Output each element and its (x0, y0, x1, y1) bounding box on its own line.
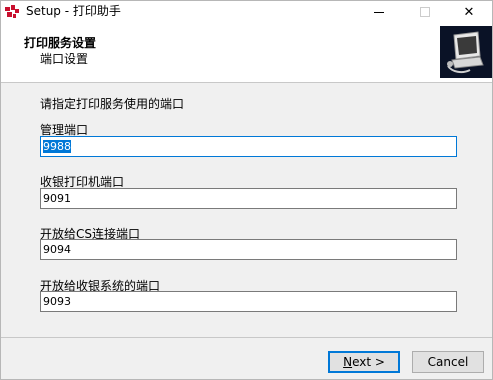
instruction-text: 请指定打印服务使用的端口 (40, 97, 185, 111)
page-subtitle: 端口设置 (40, 52, 89, 66)
close-icon: ✕ (463, 4, 475, 20)
management-port-input[interactable]: 9988 (40, 136, 457, 157)
wizard-header: 打印服务设置 端口设置 (1, 23, 492, 83)
next-button[interactable]: Next > (328, 351, 400, 373)
wizard-content: 请指定打印服务使用的端口 管理端口 9988 收银打印机端口 9091 开放给C… (1, 84, 492, 336)
maximize-button[interactable] (402, 1, 448, 23)
page-title: 打印服务设置 (24, 36, 97, 50)
cashier-printer-port-value: 9091 (43, 192, 71, 205)
cs-connection-port-input[interactable]: 9094 (40, 239, 457, 260)
maximize-icon (420, 7, 430, 17)
minimize-icon (374, 11, 384, 13)
app-icon (5, 5, 19, 18)
cashier-system-port-value: 9093 (43, 295, 71, 308)
footer-divider (1, 337, 492, 338)
setup-window: Setup - 打印助手 ✕ 打印服务设置 端口设置 请指定打印服务使用的端口 … (0, 0, 493, 380)
cs-connection-port-value: 9094 (43, 243, 71, 256)
window-title: Setup - 打印助手 (26, 4, 121, 18)
minimize-button[interactable] (356, 1, 402, 23)
next-mnemonic: N (343, 355, 353, 369)
cashier-printer-port-input[interactable]: 9091 (40, 188, 457, 209)
cashier-system-port-input[interactable]: 9093 (40, 291, 457, 312)
management-port-value: 9988 (43, 140, 71, 153)
next-label: ext > (352, 355, 385, 369)
cancel-button[interactable]: Cancel (412, 351, 484, 373)
close-button[interactable]: ✕ (446, 1, 492, 23)
title-bar[interactable]: Setup - 打印助手 ✕ (1, 1, 492, 23)
installer-computer-icon (440, 26, 492, 78)
